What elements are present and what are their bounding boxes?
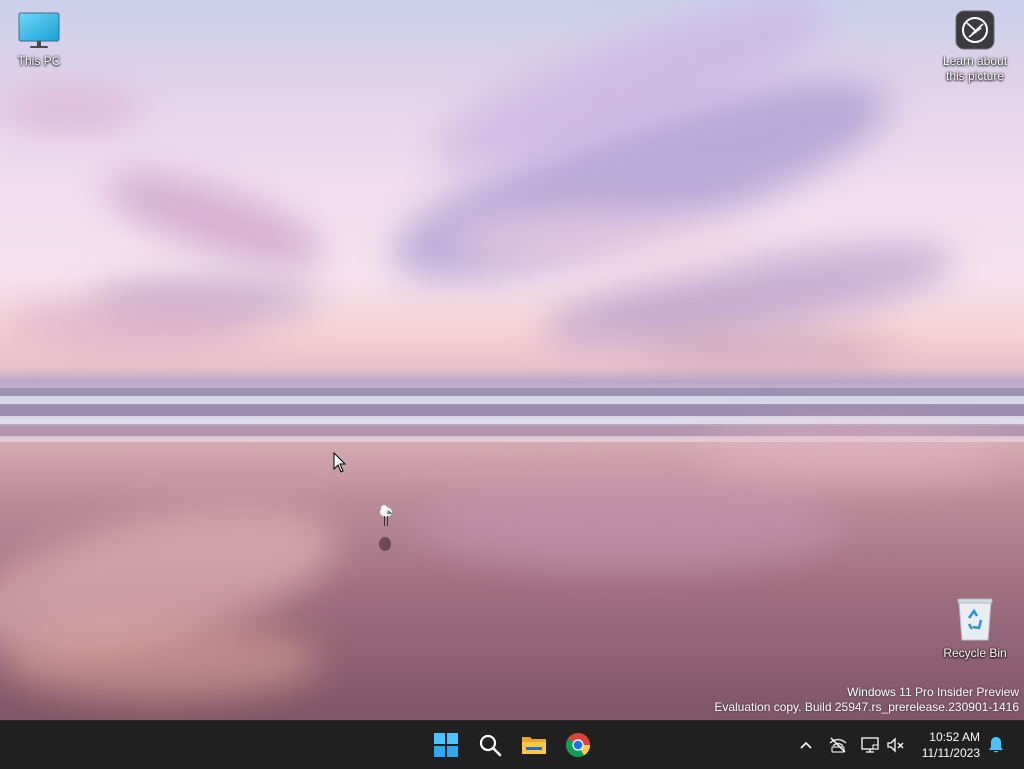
- recycle-bin-desktop-icon[interactable]: Recycle Bin: [937, 598, 1013, 661]
- show-hidden-icons-button[interactable]: [796, 735, 816, 755]
- chrome-button[interactable]: [560, 727, 596, 763]
- bell-icon: [989, 737, 1003, 753]
- network-status-button[interactable]: [828, 735, 848, 755]
- search-button[interactable]: [472, 727, 508, 763]
- file-explorer-button[interactable]: [516, 727, 552, 763]
- seagull-image: [379, 505, 393, 551]
- recycle-bin-label: Recycle Bin: [943, 646, 1007, 660]
- display-icon: [861, 737, 879, 753]
- desktop-wallpaper[interactable]: This PC Learn about this picture Recycle…: [0, 0, 1024, 720]
- volume-button[interactable]: [886, 735, 906, 755]
- learn-about-picture-desktop-icon[interactable]: Learn about this picture: [937, 10, 1013, 84]
- notifications-button[interactable]: [986, 735, 1006, 755]
- clock[interactable]: 10:52 AM 11/11/2023: [922, 729, 980, 761]
- start-button[interactable]: [428, 727, 464, 763]
- chevron-up-icon: [800, 741, 812, 749]
- no-internet-icon: [829, 737, 847, 753]
- recycle-bin-icon: [955, 598, 995, 642]
- this-pc-label: This PC: [17, 54, 61, 68]
- monitor-icon: [17, 12, 61, 50]
- taskbar: 10:52 AM 11/11/2023: [0, 720, 1024, 769]
- watermark-line2: Evaluation copy. Build 25947.rs_prerelea…: [714, 700, 1019, 714]
- watermark-line1: Windows 11 Pro Insider Preview: [847, 685, 1019, 699]
- camera-aperture-icon: [955, 10, 995, 50]
- chrome-icon: [566, 733, 590, 758]
- folder-icon: [522, 737, 546, 754]
- volume-muted-icon: [887, 737, 904, 753]
- display-settings-button[interactable]: [860, 735, 880, 755]
- learn-picture-label-line1: Learn about: [942, 54, 1008, 68]
- this-pc-desktop-icon[interactable]: This PC: [1, 12, 77, 69]
- search-icon: [479, 734, 502, 757]
- evaluation-watermark: Windows 11 Pro Insider Preview Evaluatio…: [714, 685, 1019, 715]
- learn-picture-label-line2: this picture: [945, 69, 1005, 83]
- windows-logo-icon: [434, 733, 458, 757]
- mouse-cursor-icon: [333, 452, 347, 473]
- clock-date: 11/11/2023: [921, 746, 980, 760]
- clock-time: 10:52 AM: [929, 730, 980, 744]
